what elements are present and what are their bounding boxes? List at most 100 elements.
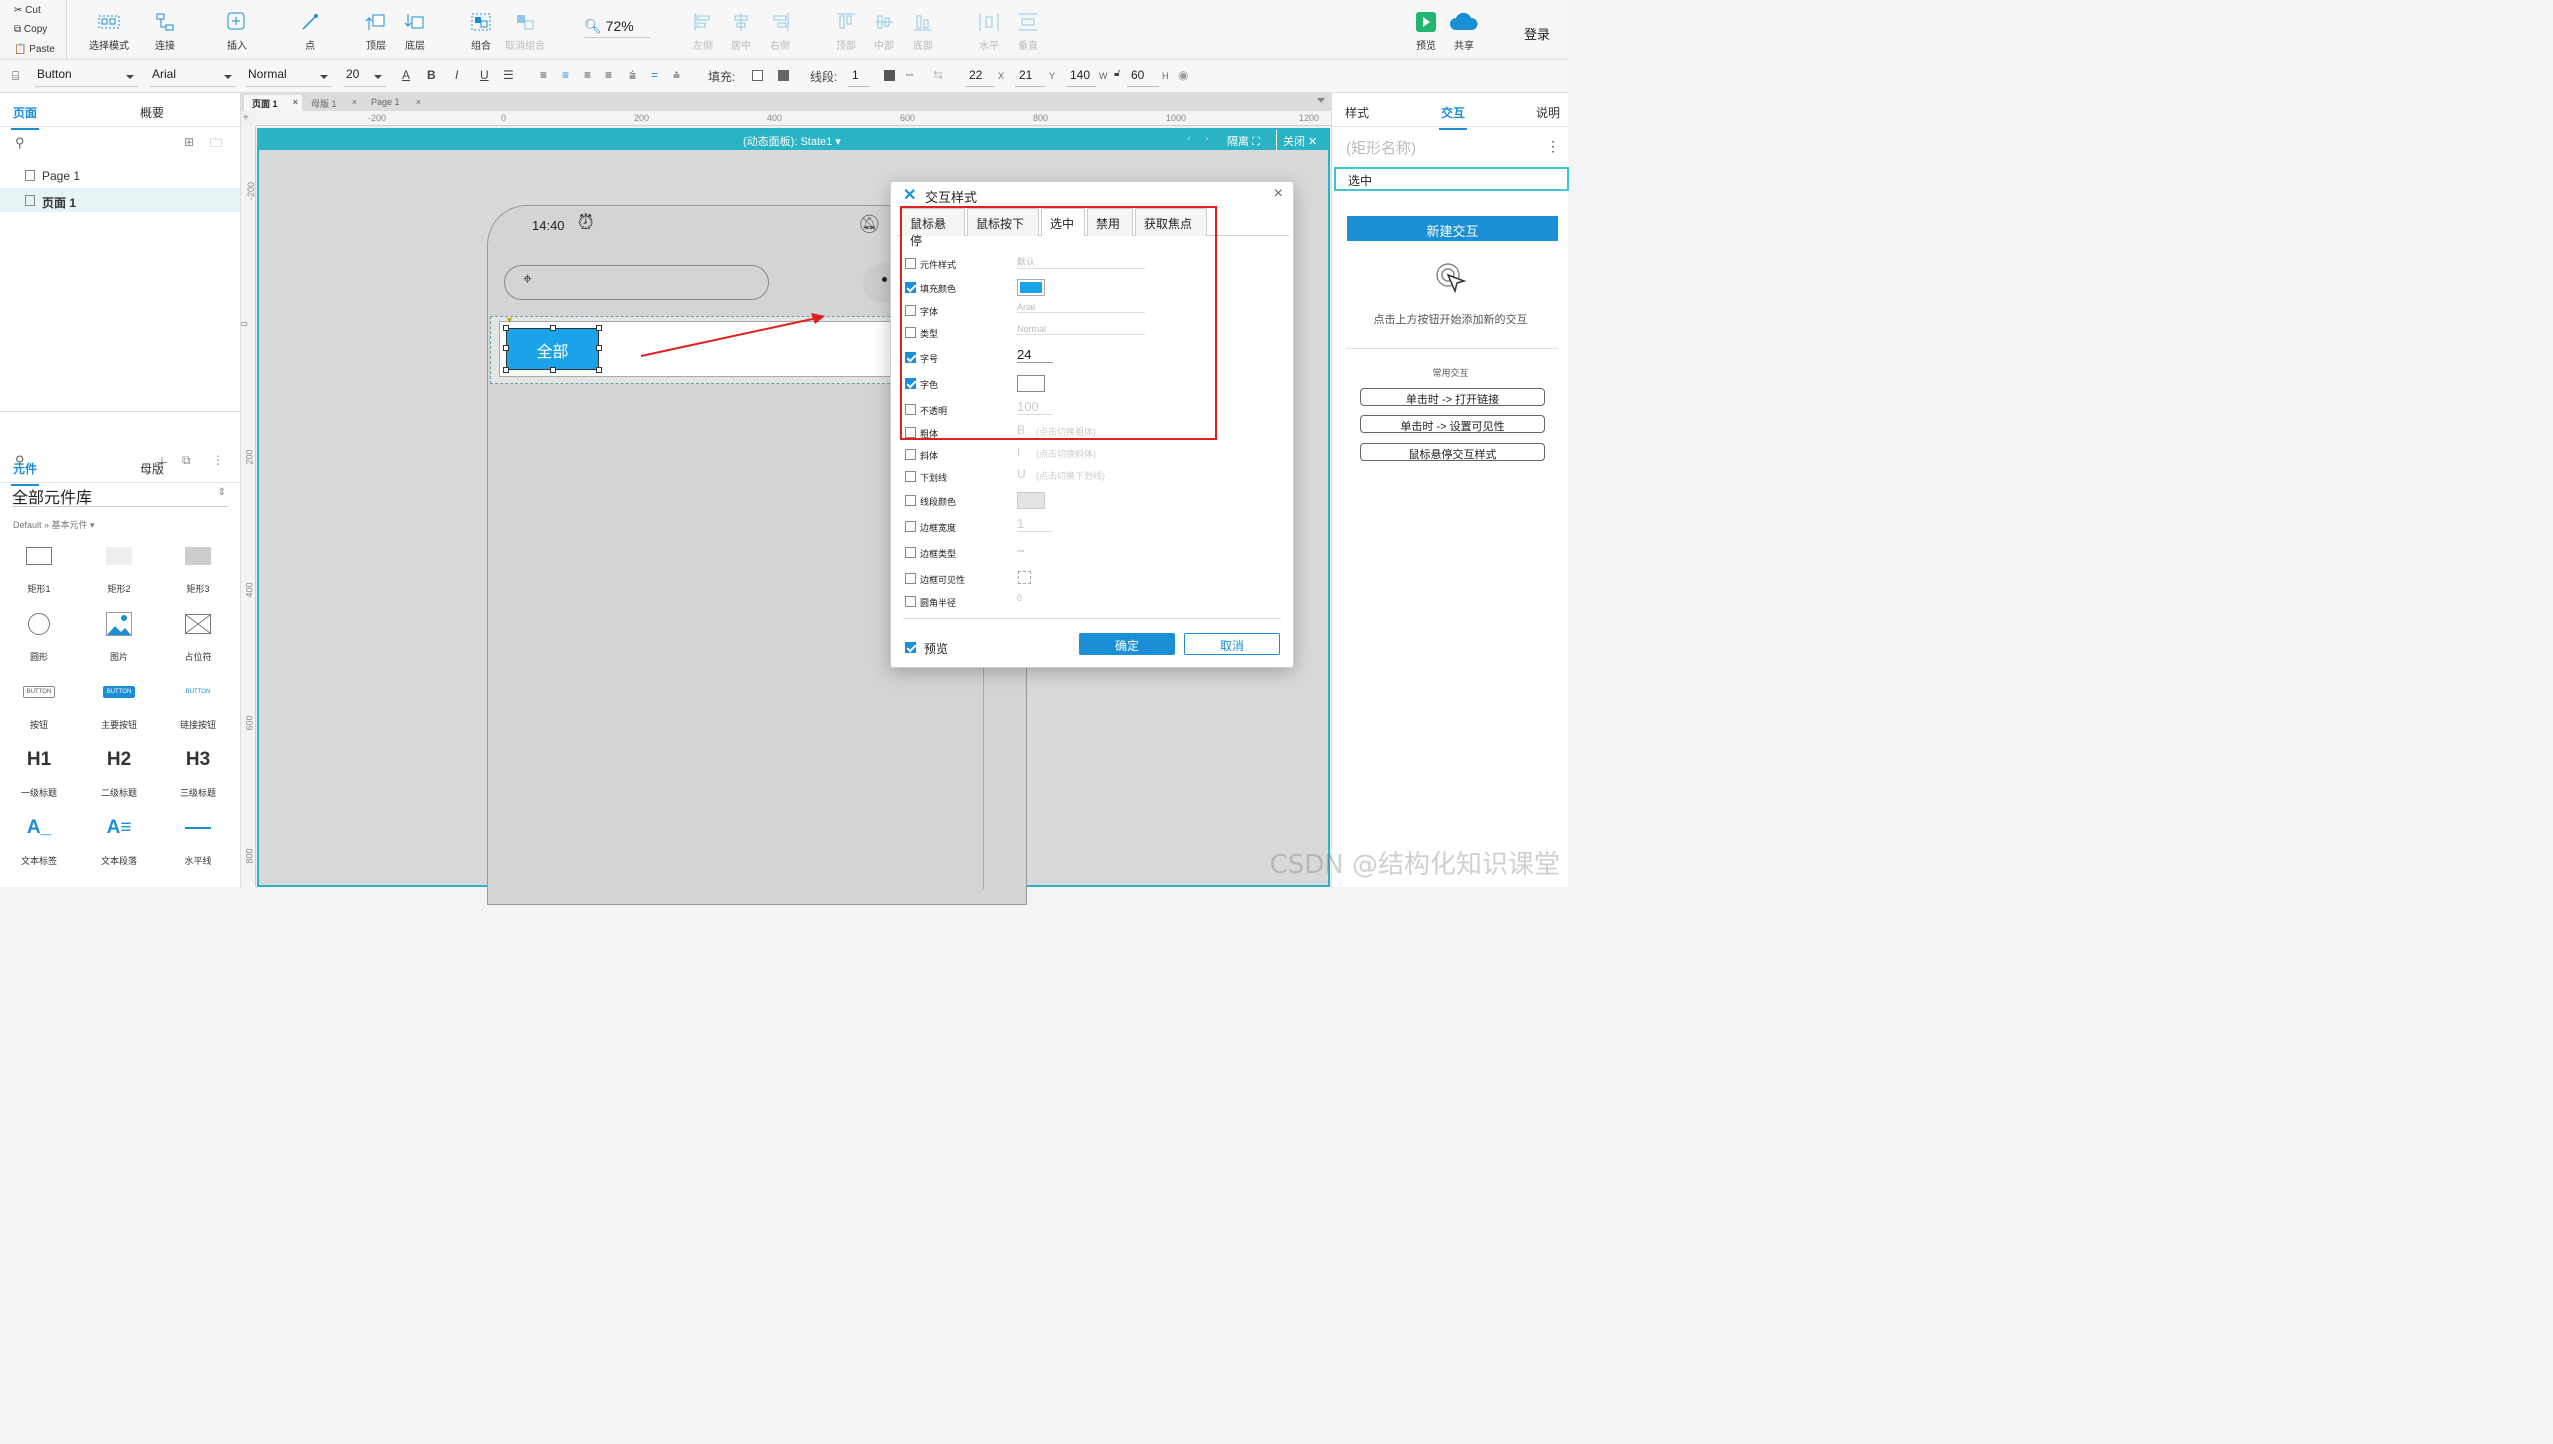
- cut-button[interactable]: ✂ Cut: [14, 5, 41, 16]
- quick-open-link-button[interactable]: 单击时 -> 打开链接: [1360, 388, 1545, 406]
- doc-tab-master1[interactable]: 母版 1 ×: [303, 95, 361, 111]
- widget-item[interactable]: A≡ 文本段落: [89, 808, 149, 867]
- add-folder-icon[interactable]: 🗀: [210, 134, 222, 155]
- line-style-icon[interactable]: ┅: [906, 68, 913, 82]
- italic-icon[interactable]: I: [455, 68, 458, 82]
- text-align-right-icon[interactable]: ≡: [584, 68, 591, 82]
- close-icon[interactable]: ×: [293, 97, 298, 107]
- widget-item[interactable]: 占位符: [168, 604, 228, 663]
- fill-shadow-icon[interactable]: [778, 70, 789, 81]
- more-icon[interactable]: ⋮: [1546, 138, 1560, 155]
- font-weight-select[interactable]: Normal: [246, 67, 332, 87]
- w-input[interactable]: 140: [1066, 67, 1096, 87]
- widget-style-select[interactable]: Button: [35, 67, 138, 87]
- bottom-layer-button[interactable]: 底层: [387, 12, 443, 52]
- widget-item[interactable]: 矩形3: [168, 536, 228, 595]
- resize-handle[interactable]: [503, 367, 509, 373]
- border-style-icon[interactable]: ┅: [1017, 544, 1024, 558]
- resize-handle[interactable]: [550, 325, 556, 331]
- paste-button[interactable]: 📋 Paste: [14, 44, 55, 55]
- connect-button[interactable]: 连接: [137, 12, 193, 52]
- quick-set-visibility-button[interactable]: 单击时 -> 设置可见性: [1360, 415, 1545, 433]
- close-icon[interactable]: ×: [416, 97, 421, 107]
- property-checkbox[interactable]: [905, 547, 916, 558]
- widget-search-icon[interactable]: ⚲: [15, 453, 25, 469]
- tab-outline[interactable]: 概要: [140, 104, 164, 121]
- widget-name-input[interactable]: (矩形名称): [1346, 137, 1416, 158]
- property-value[interactable]: 0: [1017, 593, 1022, 603]
- copy-button[interactable]: ⧉ Copy: [14, 24, 47, 35]
- share-button[interactable]: 共享: [1436, 12, 1492, 52]
- more-icon[interactable]: ⋮: [212, 453, 224, 467]
- bullet-list-icon[interactable]: ☰: [503, 68, 514, 82]
- new-interaction-button[interactable]: 新建交互: [1347, 216, 1558, 241]
- widget-item[interactable]: BUTTON 主要按钮: [89, 672, 149, 731]
- resize-handle[interactable]: [503, 325, 509, 331]
- widget-item[interactable]: H1 一级标题: [9, 740, 69, 799]
- line-color-swatch[interactable]: [884, 70, 895, 81]
- ungroup-button[interactable]: 取消组合: [497, 12, 553, 52]
- arrow-style-icon[interactable]: ⇆: [933, 68, 943, 82]
- widget-item[interactable]: 圆形: [9, 604, 69, 663]
- state-field[interactable]: 选中: [1334, 167, 1569, 191]
- insert-button[interactable]: 插入: [209, 12, 265, 52]
- page-search-icon[interactable]: ⚲: [15, 135, 25, 151]
- resize-handle[interactable]: [596, 325, 602, 331]
- resize-handle[interactable]: [503, 345, 509, 351]
- valign-top-icon[interactable]: ⩭: [629, 68, 636, 83]
- page-item-selected[interactable]: 页面 1: [0, 188, 240, 212]
- widget-item[interactable]: 矩形1: [9, 536, 69, 595]
- bold-icon[interactable]: B: [427, 68, 436, 82]
- x-input[interactable]: 22: [965, 67, 995, 87]
- widget-item[interactable]: BUTTON 按钮: [9, 672, 69, 731]
- close-panel-button[interactable]: 关闭 ✕: [1283, 133, 1317, 149]
- widget-item[interactable]: H3 三级标题: [168, 740, 228, 799]
- y-input[interactable]: 21: [1015, 67, 1045, 87]
- doc-tab-page1-en[interactable]: Page 1 ×: [363, 95, 425, 111]
- valign-bottom-icon[interactable]: ⩮: [673, 68, 680, 83]
- underline-icon[interactable]: U: [480, 68, 489, 82]
- property-value[interactable]: 1: [1017, 516, 1053, 532]
- login-link[interactable]: 登录: [1524, 24, 1550, 43]
- tab-style[interactable]: 样式: [1345, 104, 1369, 121]
- close-icon[interactable]: ×: [352, 97, 357, 107]
- ok-button[interactable]: 确定: [1079, 633, 1175, 655]
- location-search-bar[interactable]: ⌖: [504, 265, 769, 300]
- text-align-left-icon[interactable]: ≡: [540, 68, 547, 82]
- widget-item[interactable]: 水平线: [168, 808, 228, 867]
- font-size-select[interactable]: 20: [344, 67, 386, 87]
- add-page-icon[interactable]: ⊞: [184, 135, 194, 149]
- property-value[interactable]: (点击切换下划线): [1036, 469, 1105, 482]
- close-icon[interactable]: ×: [1274, 185, 1283, 203]
- add-library-icon[interactable]: ＋: [155, 453, 169, 473]
- zoom-select[interactable]: 🔍︎ 72%: [584, 18, 650, 38]
- align-right-button[interactable]: 右侧: [752, 12, 808, 52]
- property-checkbox[interactable]: [905, 449, 916, 460]
- line-width-input[interactable]: 1: [848, 67, 870, 87]
- widget-item[interactable]: A_ 文本标签: [9, 808, 69, 867]
- line-color-picker[interactable]: [1017, 492, 1045, 509]
- fill-color-swatch[interactable]: [752, 70, 763, 81]
- font-color-icon[interactable]: A: [402, 68, 410, 82]
- select-mode-button[interactable]: 选择模式: [81, 12, 137, 52]
- quick-hover-style-button[interactable]: 鼠标悬停交互样式: [1360, 443, 1545, 461]
- border-visibility-icon[interactable]: [1018, 571, 1031, 584]
- align-bottom-button[interactable]: 底部: [895, 12, 951, 52]
- tab-notes[interactable]: 说明: [1536, 104, 1560, 121]
- widget-item[interactable]: 图片: [89, 604, 149, 663]
- property-checkbox[interactable]: [905, 471, 916, 482]
- library-menu-icon[interactable]: ⧉: [182, 453, 191, 468]
- valign-middle-icon[interactable]: =: [651, 68, 658, 82]
- h-input[interactable]: 60: [1127, 67, 1159, 87]
- lock-icon[interactable]: 🔓︎: [1114, 68, 1120, 79]
- preview-checkbox[interactable]: [905, 642, 916, 653]
- page-item[interactable]: Page 1: [0, 163, 240, 187]
- widget-item[interactable]: BUTTON 链接按钮: [168, 672, 228, 731]
- property-checkbox[interactable]: [905, 521, 916, 532]
- tab-pages[interactable]: 页面: [10, 104, 40, 130]
- widget-item[interactable]: 矩形2: [89, 536, 149, 595]
- font-family-select[interactable]: Arial: [150, 67, 236, 87]
- resize-handle[interactable]: [550, 367, 556, 373]
- property-value[interactable]: (点击切换斜体): [1036, 447, 1096, 460]
- isolate-button[interactable]: 隔离 ⛶: [1227, 133, 1260, 149]
